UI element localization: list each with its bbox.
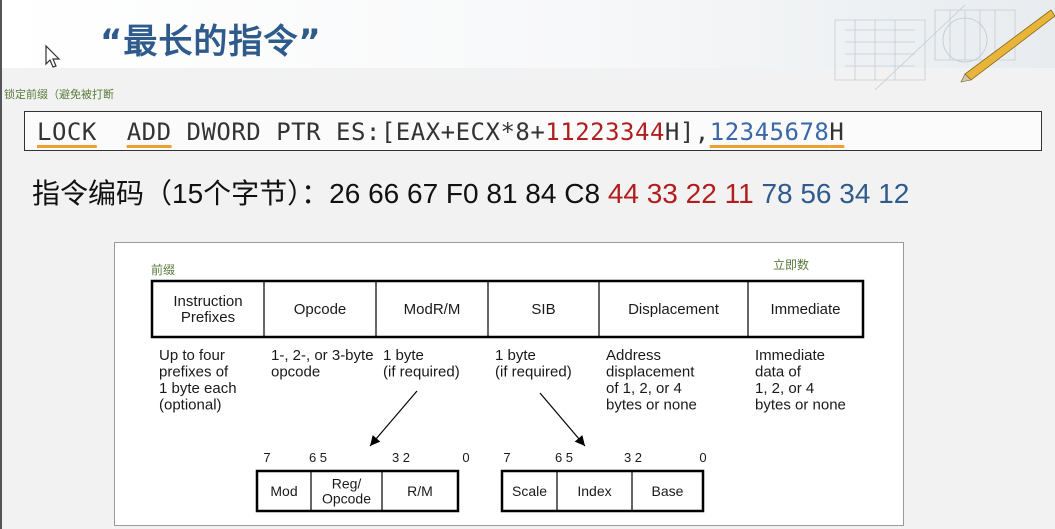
assembly-instruction-text: LOCK ADD DWORD PTR ES:[EAX+ECX*8+1122334… (37, 118, 844, 146)
assembly-part: 12345678 (709, 118, 830, 146)
field-description: bytes or none (755, 397, 846, 414)
field-description: 1 byte (495, 347, 536, 364)
field-label-sib: SIB (531, 301, 555, 318)
modrm-field-reg-opcode: Opcode (322, 491, 371, 507)
sib-arrow (539, 392, 586, 447)
sib-bit-label: 0 (699, 450, 706, 465)
field-label-displacement: Displacement (628, 301, 720, 318)
field-description: bytes or none (606, 397, 697, 414)
assembly-part: H], (664, 118, 710, 146)
field-label-immediate: Immediate (770, 301, 840, 318)
assembly-part: ADD (126, 118, 172, 146)
assembly-instruction-box: LOCK ADD DWORD PTR ES:[EAX+ECX*8+1122334… (24, 111, 1042, 151)
sib-bit-label: 7 (503, 450, 510, 465)
modrm-arrow-head (370, 435, 381, 446)
field-description: opcode (271, 364, 320, 381)
assembly-part: 11223344 (545, 118, 665, 146)
field-description: Address (606, 347, 661, 364)
instruction-encoding-line: 指令编码（15个字节）：26 66 67 F0 81 84 C8 44 33 2… (32, 172, 909, 212)
field-description: displacement (606, 364, 695, 381)
sib-field-base: Base (652, 483, 684, 499)
field-label-modr-m: ModR/M (404, 301, 461, 318)
encoding-bytes-displacement: 44 33 22 11 (607, 178, 754, 209)
field-description: data of (755, 364, 802, 381)
left-border-line (0, 0, 2, 529)
instruction-format-diagram: InstructionPrefixes Up to fourprefixes of… (150, 279, 865, 513)
field-description: (optional) (159, 397, 222, 414)
field-description: Up to four (159, 347, 225, 364)
field-description: 1 byte each (159, 380, 237, 397)
field-label-instruction-prefixes: Prefixes (181, 309, 235, 326)
sib-arrow-head (574, 435, 585, 446)
drafting-sketch-decoration (834, 4, 1055, 91)
field-row-frame (150, 279, 865, 339)
encoding-label: 指令编码（15个字节）： (32, 178, 330, 209)
lock-prefix-note: 锁定前缀（避免被打断 (4, 88, 114, 101)
modrm-field-mod: Mod (270, 483, 297, 499)
field-description: 1-, 2-, or 3-byte (271, 347, 374, 364)
sib-field-index: Index (577, 483, 611, 499)
instruction-format-figure: 前缀 立即数 Instruction Prefixes Up to four pref… (114, 242, 904, 526)
modrm-bit-label: 7 (263, 450, 270, 465)
field-description: Immediate (755, 347, 825, 364)
slide-title: “最长的指令” (100, 22, 322, 62)
modrm-field-reg-opcode: Reg/ (332, 476, 362, 492)
sib-field-scale: Scale (512, 483, 547, 499)
assembly-part: H (829, 118, 845, 146)
field-description: (if required) (495, 364, 572, 381)
assembly-part: DWORD PTR ES:[EAX+ECX*8+ (171, 118, 546, 146)
modrm-bit-label: 0 (462, 450, 469, 465)
sib-bit-label: 6 5 (555, 450, 573, 465)
encoding-bytes-prefix-opcode: 26 66 67 F0 81 84 C8 (329, 178, 601, 209)
assembly-part: LOCK (37, 118, 97, 146)
modrm-arrow (369, 390, 418, 447)
modrm-field-r-m: R/M (407, 483, 433, 499)
field-description: of 1, 2, or 4 (606, 380, 682, 397)
assembly-part (97, 118, 127, 146)
mouse-cursor-icon (45, 44, 61, 68)
modrm-bit-label: 3 2 (392, 450, 410, 465)
field-description: 1 byte (383, 347, 424, 364)
field-description: prefixes of (159, 364, 229, 381)
modrm-bit-label: 6 5 (309, 450, 327, 465)
field-label-instruction-prefixes: Instruction (173, 293, 242, 310)
sib-bit-label: 3 2 (624, 450, 642, 465)
field-description: (if required) (383, 364, 460, 381)
field-description: 1, 2, or 4 (755, 380, 814, 397)
field-label-opcode: Opcode (294, 301, 347, 318)
encoding-bytes-immediate: 78 56 34 12 (761, 178, 910, 209)
